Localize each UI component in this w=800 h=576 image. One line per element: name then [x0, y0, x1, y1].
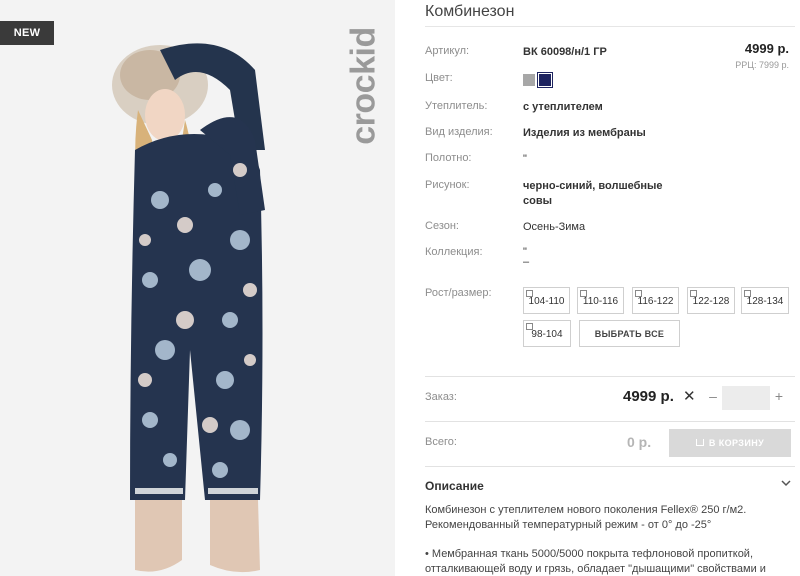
spec-label: Артикул:	[425, 45, 470, 57]
new-badge: NEW	[0, 21, 54, 45]
size-option-104-110[interactable]: 104-110	[523, 287, 570, 314]
spec-value: ВК 60098/н/1 ГР	[523, 46, 607, 58]
brand-logo: crockid	[336, 16, 392, 156]
increment-button[interactable]: +	[772, 388, 786, 404]
size-option-label: 110-116	[582, 296, 619, 307]
spec-label: Цвет:	[425, 72, 453, 84]
size-option-110-116[interactable]: 110-116	[577, 287, 624, 314]
description-text-line: отталкивающей воду и грязь, обладает "ды…	[425, 563, 766, 575]
add-to-cart-button[interactable]: В КОРЗИНУ	[669, 429, 791, 457]
description-heading[interactable]: Описание	[425, 479, 484, 493]
spec-label: Рисунок:	[425, 179, 470, 191]
spec-value: с утеплителем	[523, 101, 603, 113]
sizes-label: Рост/размер:	[425, 287, 492, 299]
spec-label: Сезон:	[425, 220, 459, 232]
spec-value-line2: совы	[523, 195, 552, 207]
spec-value: "	[523, 153, 527, 165]
size-option-98-104[interactable]: 98-104	[523, 320, 571, 347]
size-option-label: 122-128	[692, 296, 730, 307]
product-title: Комбинезон	[425, 3, 515, 20]
product-details-panel: Комбинезон 4999 р. РРЦ: 7999 р. Артикул:…	[425, 0, 795, 576]
child-in-snowsuit-illustration	[112, 43, 265, 573]
size-option-label: 104-110	[528, 296, 565, 307]
brand-logo-text: crockid	[344, 27, 383, 145]
decrement-button[interactable]: –	[706, 388, 720, 404]
order-price: 4999 р.	[623, 388, 674, 405]
product-photo[interactable]: NEW crockid	[0, 0, 395, 576]
description-divider	[425, 466, 795, 467]
description-text-line: Рекомендованный температурный режим - от…	[425, 519, 712, 531]
chevron-down-icon[interactable]	[781, 478, 791, 491]
order-label: Заказ:	[425, 391, 457, 403]
total-label: Всего:	[425, 436, 457, 448]
remove-icon[interactable]: ✕	[683, 387, 696, 405]
spec-label: Утеплитель:	[425, 100, 488, 112]
spec-value: Осень-Зима	[523, 221, 586, 233]
size-option-label: 128-134	[746, 296, 784, 307]
title-divider	[425, 26, 795, 27]
spec-label: Коллекция:	[425, 246, 483, 258]
size-option-122-128[interactable]: 122-128	[687, 287, 735, 314]
product-price: 4999 р.	[744, 41, 789, 56]
quantity-input[interactable]	[722, 386, 770, 410]
select-all-button[interactable]: ВЫБРАТЬ ВСЕ	[579, 320, 680, 347]
add-to-cart-label: В КОРЗИНУ	[708, 438, 765, 448]
spec-label: Вид изделия:	[425, 126, 493, 138]
description-text-line: • Мембранная ткань 5000/5000 покрыта теф…	[425, 548, 754, 560]
rrp-price: РРЦ: 7999 р.	[735, 60, 789, 70]
size-option-label: 98-104	[531, 329, 563, 340]
spec-value-line1: черно-синий, волшебные	[523, 180, 663, 192]
color-swatch-grey[interactable]	[523, 74, 535, 86]
size-option-label: 116-122	[637, 296, 674, 307]
cart-icon	[695, 439, 704, 446]
spec-value: Изделия из мембраны	[523, 127, 646, 139]
description-text-line: Комбинезон с утеплителем нового поколени…	[425, 504, 747, 516]
color-swatch-navy[interactable]	[537, 72, 553, 88]
size-option-116-122[interactable]: 116-122	[632, 287, 679, 314]
size-option-128-134[interactable]: 128-134	[741, 287, 789, 314]
total-value: 0 р.	[627, 434, 652, 450]
spec-label: Полотно:	[425, 152, 472, 164]
total-divider	[425, 421, 795, 422]
spec-value-line2: –	[523, 256, 530, 268]
order-divider	[425, 376, 795, 377]
